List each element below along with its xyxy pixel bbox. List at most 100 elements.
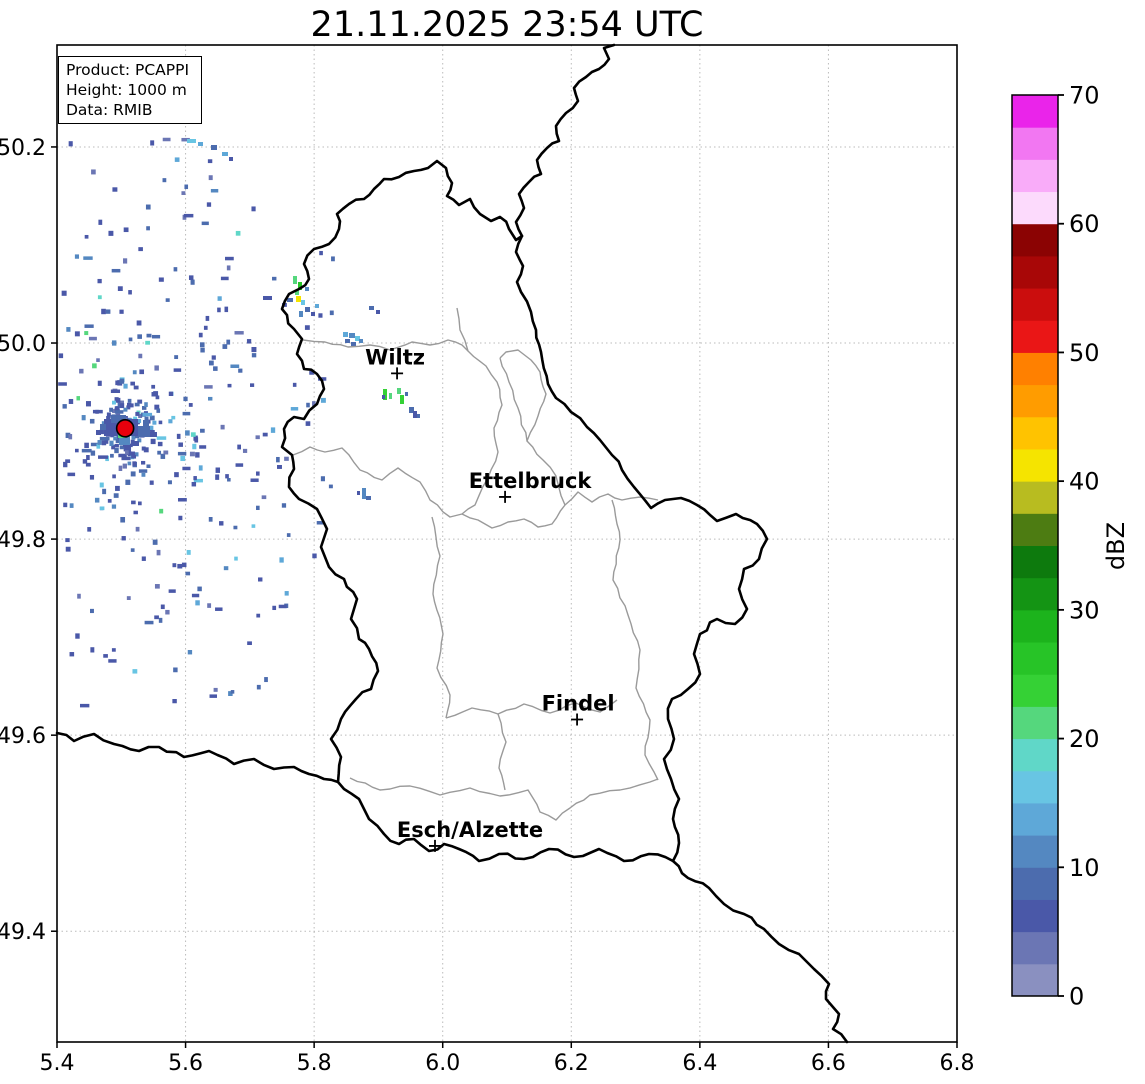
echo-pixel	[111, 504, 117, 509]
echo-pixel	[84, 331, 89, 336]
echo-pixel	[417, 414, 420, 418]
echo-pixel	[187, 139, 196, 143]
echo-pixel	[159, 508, 164, 514]
echo-pixel	[97, 278, 102, 284]
colorbar-segment	[1012, 802, 1058, 836]
y-tick-label: 49.8	[0, 528, 46, 553]
echo-pixel	[233, 525, 238, 530]
colorbar-segment	[1012, 416, 1058, 450]
echo-pixel	[230, 690, 235, 694]
y-tick-label: 49.4	[0, 920, 46, 945]
echo-pixel	[299, 311, 303, 317]
echo-pixel	[235, 463, 244, 467]
echo-pixel	[86, 455, 90, 460]
echo-pixel	[262, 432, 268, 437]
echo-pixel	[132, 370, 137, 375]
echo-pixel	[119, 403, 125, 409]
echo-pixel	[144, 402, 148, 408]
city-label: Findel	[542, 691, 615, 715]
echo-pixel	[251, 346, 257, 353]
echo-pixel	[97, 295, 102, 300]
echo-pixel	[76, 396, 81, 401]
echo-pixel	[400, 395, 404, 404]
echo-pixel	[193, 476, 197, 481]
echo-pixel	[209, 694, 218, 698]
colorbar-segment	[1012, 352, 1058, 386]
echo-pixel	[183, 396, 188, 402]
echo-pixel	[61, 290, 67, 296]
x-tick-label: 6.2	[554, 1051, 589, 1076]
echo-pixel	[95, 409, 99, 414]
colorbar-segment	[1012, 674, 1058, 707]
echo-pixel	[97, 380, 102, 386]
echo-pixel	[110, 389, 121, 393]
echo-pixel	[99, 506, 105, 511]
y-tick-label: 49.6	[0, 724, 46, 749]
echo-pixel	[127, 402, 132, 408]
colorbar-segment	[1012, 127, 1058, 160]
colorbar-tick-label: 50	[1069, 339, 1100, 367]
echo-pixel	[189, 451, 195, 457]
echo-pixel	[113, 493, 119, 498]
echo-pixel	[123, 227, 129, 233]
echo-pixel	[251, 524, 256, 528]
echo-pixel	[208, 175, 213, 181]
info-height: Height: 1000 m	[66, 81, 187, 99]
echo-pixel	[270, 427, 276, 433]
echo-pixel	[152, 420, 157, 425]
x-tick-label: 6.8	[940, 1051, 975, 1076]
echo-pixel	[278, 604, 287, 609]
echo-pixel	[130, 548, 135, 552]
echo-pixel	[284, 456, 289, 461]
echo-pixel	[131, 441, 139, 446]
echo-pixel	[167, 480, 172, 485]
echo-pixel	[405, 392, 408, 396]
echo-pixel	[198, 332, 203, 338]
echo-pixel	[181, 191, 186, 195]
echo-pixel	[158, 617, 163, 623]
echo-pixel	[200, 428, 205, 433]
echo-pixel	[101, 440, 107, 446]
colorbar-segment	[1012, 288, 1058, 321]
echo-pixel	[131, 435, 136, 440]
echo-pixel	[154, 365, 159, 371]
echo-pixel	[145, 204, 151, 210]
echo-pixel	[133, 510, 138, 515]
echo-pixel	[88, 336, 97, 341]
echo-pixel	[397, 388, 401, 394]
echo-pixel	[199, 342, 205, 348]
echo-pixel	[68, 433, 73, 440]
echo-pixel	[123, 383, 128, 389]
echo-pixel	[135, 411, 140, 416]
echo-pixel	[122, 463, 127, 469]
echo-pixel	[174, 355, 179, 360]
echo-pixel	[141, 556, 146, 561]
x-tick-label: 5.6	[168, 1051, 203, 1076]
colorbar-axis-label: dBZ	[1102, 522, 1130, 570]
echo-pixel	[296, 296, 301, 302]
echo-pixel	[98, 455, 109, 459]
echo-pixel	[135, 526, 140, 532]
echo-pixel	[305, 421, 311, 426]
echo-pixel	[315, 304, 319, 308]
echo-pixel	[230, 364, 240, 368]
echo-pixel	[137, 501, 142, 506]
colorbar-segment	[1012, 191, 1058, 225]
colorbar-tick-label: 40	[1069, 468, 1100, 496]
echo-pixel	[191, 481, 197, 487]
echo-pixel	[83, 256, 93, 260]
echo-pixel	[112, 400, 116, 405]
echo-pixel	[133, 385, 139, 390]
echo-pixel	[199, 445, 207, 449]
colorbar-tick-label: 60	[1069, 210, 1100, 238]
echo-pixel	[153, 391, 159, 397]
echo-pixel	[121, 536, 126, 541]
echo-pixel	[215, 467, 221, 473]
echo-pixel	[312, 553, 317, 559]
echo-pixel	[225, 474, 229, 479]
echo-pixel	[277, 464, 282, 469]
echo-pixel	[217, 307, 221, 313]
echo-pixel	[187, 650, 193, 655]
echo-pixel	[143, 447, 149, 453]
echo-pixel	[150, 140, 155, 146]
